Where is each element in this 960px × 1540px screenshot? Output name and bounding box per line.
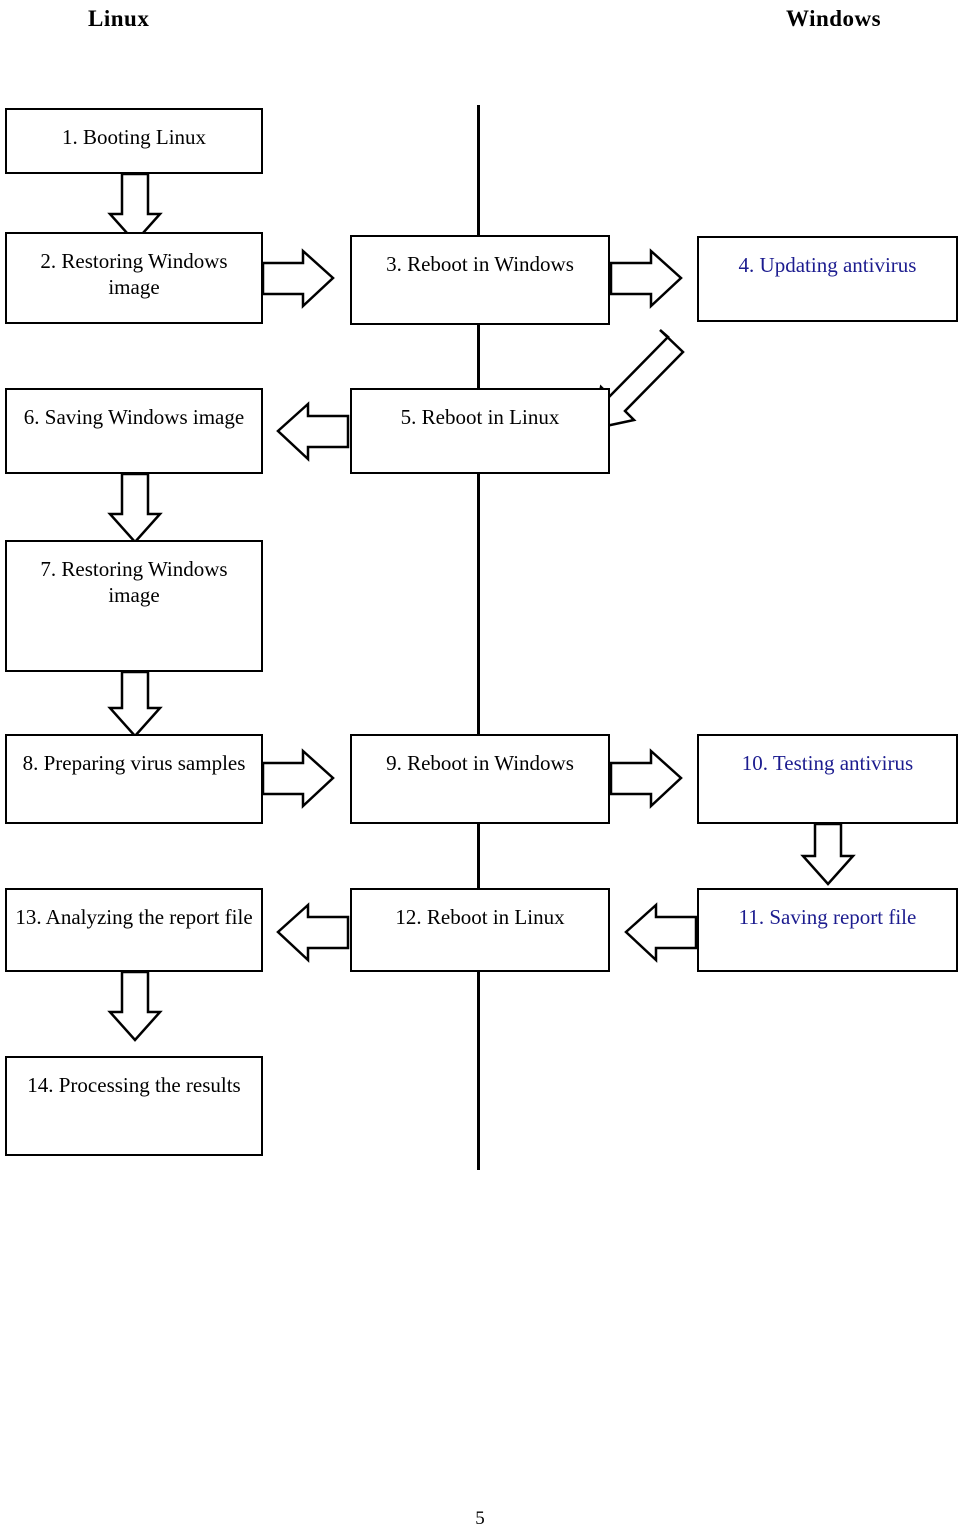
- node-label: 12. Reboot in Linux: [395, 905, 565, 929]
- node-4-updating-antivirus[interactable]: 4. Updating antivirus: [697, 236, 958, 322]
- node-label: 14. Processing the results: [27, 1073, 241, 1097]
- node-label: 11. Saving report file: [738, 905, 917, 929]
- page-number: 5: [475, 1508, 485, 1529]
- node-1-booting-linux[interactable]: 1. Booting Linux: [5, 108, 263, 174]
- arrow-n8-to-n9: [261, 748, 335, 809]
- flowchart-page: Linux Windows 1. Booting Linux 2. Restor…: [0, 0, 960, 1540]
- arrow-n13-to-n14: [107, 970, 163, 1042]
- arrow-n5-to-n6: [276, 401, 350, 462]
- node-3-reboot-in-windows[interactable]: 3. Reboot in Windows: [350, 235, 610, 325]
- node-2-restoring-windows-image[interactable]: 2. Restoring Windows image: [5, 232, 263, 324]
- arrow-n11-to-n12: [624, 902, 698, 963]
- arrow-n6-to-n7: [107, 472, 163, 544]
- arrow-n2-to-n3: [261, 248, 335, 309]
- node-7-restoring-windows-image[interactable]: 7. Restoring Windows image: [5, 540, 263, 672]
- node-13-analyzing-the-report-file[interactable]: 13. Analyzing the report file: [5, 888, 263, 972]
- node-label: 4. Updating antivirus: [738, 253, 917, 277]
- arrow-n7-to-n8: [107, 670, 163, 738]
- arrow-n10-to-n11: [800, 822, 856, 886]
- node-label: 3. Reboot in Windows: [386, 252, 574, 276]
- node-6-saving-windows-image[interactable]: 6. Saving Windows image: [5, 388, 263, 474]
- node-label: 13. Analyzing the report file: [15, 905, 253, 929]
- node-5-reboot-in-linux[interactable]: 5. Reboot in Linux: [350, 388, 610, 474]
- node-8-preparing-virus-samples[interactable]: 8. Preparing virus samples: [5, 734, 263, 824]
- node-label: 6. Saving Windows image: [23, 405, 245, 429]
- arrow-n9-to-n10: [609, 748, 683, 809]
- node-label: 1. Booting Linux: [61, 125, 207, 149]
- node-label: 5. Reboot in Linux: [400, 405, 560, 429]
- node-label: 8. Preparing virus samples: [22, 751, 246, 775]
- node-label: 10. Testing antivirus: [741, 751, 914, 775]
- node-label: 2. Restoring Windows image: [40, 249, 228, 300]
- node-11-saving-report-file[interactable]: 11. Saving report file: [697, 888, 958, 972]
- column-header-windows: Windows: [786, 6, 882, 31]
- node-14-processing-the-results[interactable]: 14. Processing the results: [5, 1056, 263, 1156]
- arrow-n3-to-n4: [609, 248, 683, 309]
- node-12-reboot-in-linux[interactable]: 12. Reboot in Linux: [350, 888, 610, 972]
- node-10-testing-antivirus[interactable]: 10. Testing antivirus: [697, 734, 958, 824]
- node-9-reboot-in-windows[interactable]: 9. Reboot in Windows: [350, 734, 610, 824]
- arrow-n12-to-n13: [276, 902, 350, 963]
- node-label: 7. Restoring Windows image: [40, 557, 228, 608]
- column-header-linux: Linux: [88, 6, 150, 31]
- node-label: 9. Reboot in Windows: [386, 751, 574, 775]
